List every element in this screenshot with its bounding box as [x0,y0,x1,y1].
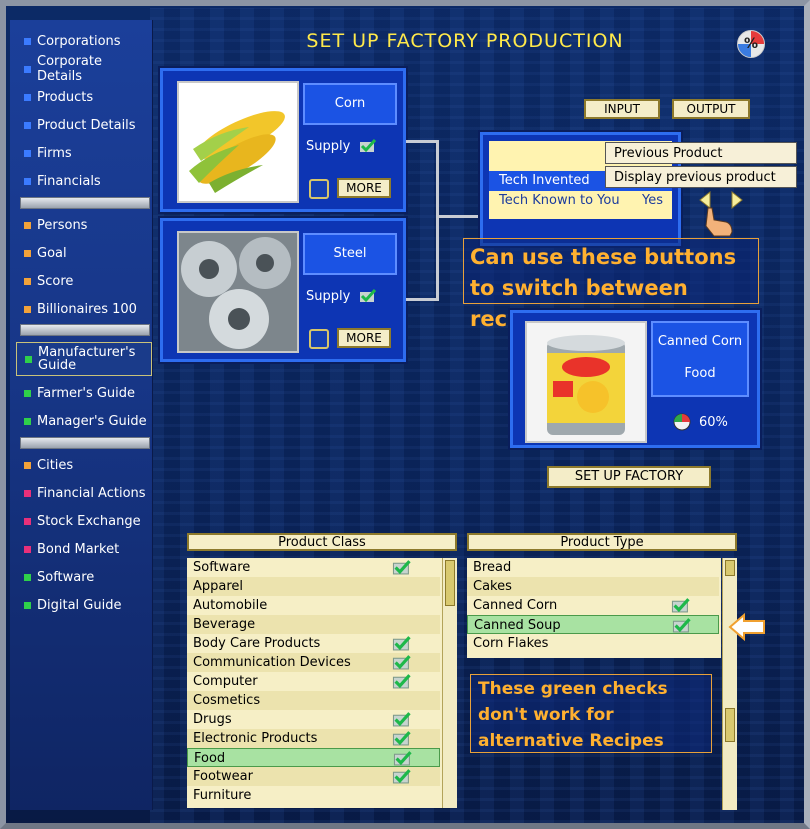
window-frame [0,0,810,829]
